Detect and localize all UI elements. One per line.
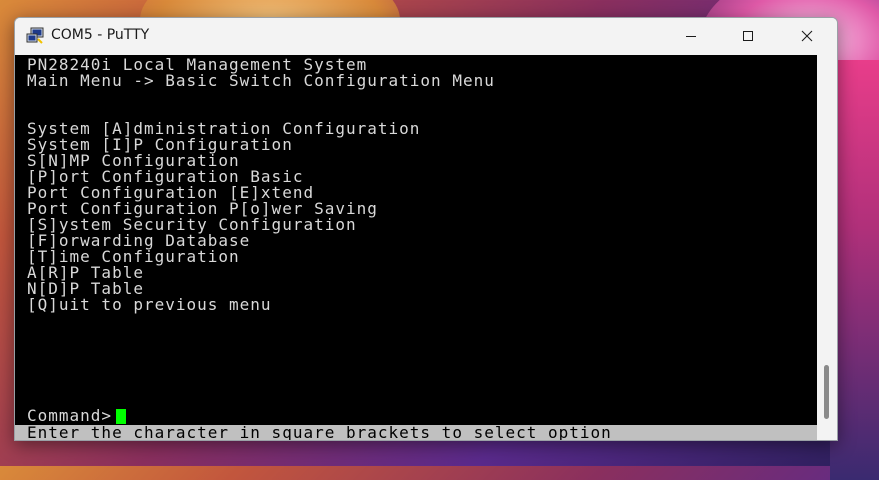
minimize-button[interactable] [663,18,719,54]
window-title: COM5 - PuTTY [51,27,150,43]
scrollbar-thumb[interactable] [824,365,829,419]
terminal-status-bar: Enter the character in square brackets t… [15,425,817,440]
vertical-scrollbar[interactable] [817,55,837,440]
title-bar[interactable]: COM5 - PuTTY [15,18,837,54]
terminal-cursor [116,409,126,424]
command-prompt: Command> [27,406,123,425]
maximize-icon [743,31,753,41]
minimize-icon [686,36,696,37]
menu-option: [Q]uit to previous menu [27,295,272,314]
putty-icon [26,27,44,44]
putty-window: COM5 - PuTTY PN28240i Local Management S… [14,17,838,441]
terminal-screen[interactable]: PN28240i Local Management System Main Me… [15,55,817,440]
terminal-header-breadcrumb: Main Menu -> Basic Switch Configuration … [27,71,495,90]
close-icon [801,30,813,42]
status-hint: Enter the character in square brackets t… [27,423,612,441]
maximize-button[interactable] [720,18,776,54]
close-button[interactable] [779,18,835,54]
